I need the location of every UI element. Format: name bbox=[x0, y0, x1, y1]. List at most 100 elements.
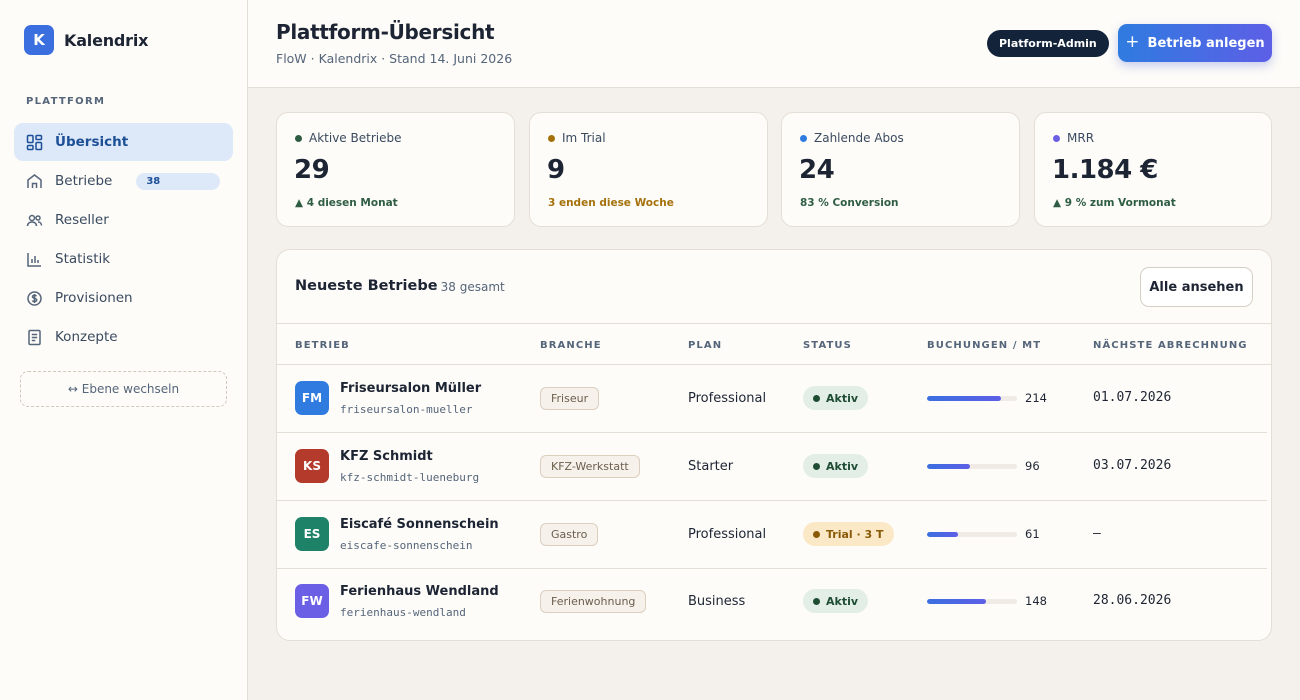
kpi-label-text: Zahlende Abos bbox=[814, 131, 904, 145]
sidebar-item-provisionen[interactable]: Provisionen bbox=[14, 279, 233, 317]
kpi-trend: 83 % Conversion bbox=[800, 197, 899, 209]
kpi-card-aktive-betriebe: Aktive Betriebe 29 ▲ 4 diesen Monat bbox=[276, 112, 515, 227]
plan-text: Professional bbox=[688, 391, 767, 406]
kpi-label: Im Trial bbox=[548, 131, 606, 145]
sidebar-item-statistik[interactable]: Statistik bbox=[14, 240, 233, 278]
sidebar-item-label: Übersicht bbox=[55, 134, 129, 150]
kpi-label: Aktive Betriebe bbox=[295, 131, 401, 145]
column-header[interactable]: NÄCHSTE ABRECHNUNG bbox=[1093, 340, 1248, 351]
kpi-label-text: Aktive Betriebe bbox=[309, 131, 402, 145]
column-header[interactable]: BRANCHE bbox=[540, 340, 602, 351]
kpi-value: 9 bbox=[547, 155, 565, 185]
switch-level-button[interactable]: ↔ Ebene wechseln bbox=[20, 371, 227, 407]
brand-name: Kalendrix bbox=[64, 30, 149, 50]
latest-businesses-panel: Neueste Betriebe · 38 gesamt Alle ansehe… bbox=[276, 249, 1272, 641]
status-dot-icon bbox=[813, 530, 820, 538]
users-icon bbox=[26, 212, 43, 229]
page-subtitle: FloW · Kalendrix · Stand 14. Juni 2026 bbox=[276, 51, 513, 66]
status-badge: Aktiv bbox=[803, 454, 869, 478]
bookings-bar-fill bbox=[927, 532, 958, 537]
status-dot-icon bbox=[813, 597, 820, 605]
sidebar-item-uebersicht[interactable]: Übersicht bbox=[14, 123, 233, 161]
kpi-label-text: Im Trial bbox=[562, 131, 606, 145]
next-billing-date: 28.06.2026 bbox=[1093, 593, 1172, 608]
status-text: Aktiv bbox=[826, 459, 859, 473]
branche-tag: Friseur bbox=[540, 387, 600, 410]
kpi-label-text: MRR bbox=[1067, 131, 1095, 145]
plan-text: Starter bbox=[688, 459, 734, 474]
page-header: Plattform-Übersicht FloW · Kalendrix · S… bbox=[248, 0, 1300, 88]
table-row[interactable]: ES Eiscafé Sonnenschein eiscafe-sonnensc… bbox=[277, 501, 1267, 569]
avatar: ES bbox=[295, 517, 329, 551]
sidebar-item-label: Statistik bbox=[55, 251, 111, 267]
brand-logo: K bbox=[24, 25, 54, 55]
sidebar-item-label: Provisionen bbox=[55, 290, 133, 306]
sidebar-item-konzepte[interactable]: Konzepte bbox=[14, 318, 233, 356]
business-name[interactable]: Ferienhaus Wendland bbox=[340, 584, 499, 599]
kpi-value: 29 bbox=[294, 155, 330, 185]
kpi-trend: ▲ 9 % zum Vormonat bbox=[1053, 197, 1176, 209]
column-header[interactable]: BUCHUNGEN / MT bbox=[927, 340, 1041, 351]
coin-icon bbox=[26, 290, 43, 307]
bookings-bar bbox=[927, 599, 1017, 604]
kpi-label: Zahlende Abos bbox=[800, 131, 904, 145]
status-dot-icon bbox=[800, 134, 807, 142]
sidebar-item-reseller[interactable]: Reseller bbox=[14, 201, 233, 239]
bookings-bar-fill bbox=[927, 599, 987, 604]
kpi-label: MRR bbox=[1053, 131, 1094, 145]
table-row[interactable]: FM Friseursalon Müller friseursalon-muel… bbox=[277, 365, 1267, 433]
view-all-button[interactable]: Alle ansehen bbox=[1140, 267, 1253, 307]
create-business-button[interactable]: + Betrieb anlegen bbox=[1118, 24, 1272, 62]
kpi-card-zahlende-abos: Zahlende Abos 24 83 % Conversion bbox=[781, 112, 1020, 227]
status-badge: Trial · 3 T bbox=[803, 522, 894, 546]
kpi-card-im-trial: Im Trial 9 3 enden diese Woche bbox=[529, 112, 768, 227]
create-business-label: Betrieb anlegen bbox=[1147, 35, 1265, 51]
kpi-value: 24 bbox=[799, 155, 835, 185]
business-name[interactable]: Eiscafé Sonnenschein bbox=[340, 517, 499, 532]
role-badge: Platform-Admin bbox=[987, 30, 1109, 57]
status-badge: Aktiv bbox=[803, 589, 869, 613]
brand[interactable]: K Kalendrix bbox=[24, 25, 148, 55]
column-header[interactable]: PLAN bbox=[688, 340, 722, 351]
kpi-card-mrr: MRR 1.184 € ▲ 9 % zum Vormonat bbox=[1034, 112, 1272, 227]
plan-text: Business bbox=[688, 594, 746, 609]
plus-icon: + bbox=[1125, 32, 1140, 52]
bookings-bar bbox=[927, 396, 1017, 401]
status-text: Trial · 3 T bbox=[826, 527, 884, 541]
document-icon bbox=[26, 329, 43, 346]
status-dot-icon bbox=[813, 394, 820, 402]
column-header[interactable]: BETRIEB bbox=[295, 340, 350, 351]
business-slug: friseursalon-mueller bbox=[340, 403, 473, 416]
business-slug: ferienhaus-wendland bbox=[340, 606, 466, 619]
column-header[interactable]: STATUS bbox=[803, 340, 852, 351]
bookings-bar bbox=[927, 532, 1017, 537]
status-dot-icon bbox=[295, 134, 302, 142]
bookings-bar bbox=[927, 464, 1017, 469]
table-header: BETRIEB BRANCHE PLAN STATUS BUCHUNGEN / … bbox=[277, 323, 1271, 365]
panel-count: · 38 gesamt bbox=[433, 280, 505, 294]
bookings-count: 214 bbox=[1025, 391, 1047, 405]
bookings-bar-fill bbox=[927, 464, 971, 469]
avatar: FM bbox=[295, 381, 329, 415]
table-row[interactable]: FW Ferienhaus Wendland ferienhaus-wendla… bbox=[277, 568, 1267, 636]
sidebar-nav: Übersicht Betriebe 38 Reseller Statistik bbox=[14, 123, 233, 357]
sidebar-item-betriebe[interactable]: Betriebe 38 bbox=[14, 162, 233, 200]
bookings-count: 96 bbox=[1025, 459, 1040, 473]
bookings-count: 61 bbox=[1025, 527, 1040, 541]
status-text: Aktiv bbox=[826, 594, 859, 608]
business-name[interactable]: KFZ Schmidt bbox=[340, 449, 433, 464]
bookings-bar-fill bbox=[927, 396, 1001, 401]
sidebar-item-label: Reseller bbox=[55, 212, 109, 228]
sidebar-section-label: PLATTFORM bbox=[26, 96, 106, 107]
kpi-trend: ▲ 4 diesen Monat bbox=[295, 197, 398, 209]
table-row[interactable]: KS KFZ Schmidt kfz-schmidt-lueneburg KFZ… bbox=[277, 433, 1267, 501]
branche-tag: Ferienwohnung bbox=[540, 590, 647, 613]
status-text: Aktiv bbox=[826, 391, 859, 405]
plan-text: Professional bbox=[688, 527, 767, 542]
page-title: Plattform-Übersicht bbox=[276, 20, 495, 44]
business-name[interactable]: Friseursalon Müller bbox=[340, 381, 481, 396]
status-badge: Aktiv bbox=[803, 386, 869, 410]
next-billing-date: 03.07.2026 bbox=[1093, 458, 1172, 473]
status-dot-icon bbox=[813, 462, 820, 470]
bookings-count: 148 bbox=[1025, 594, 1047, 608]
